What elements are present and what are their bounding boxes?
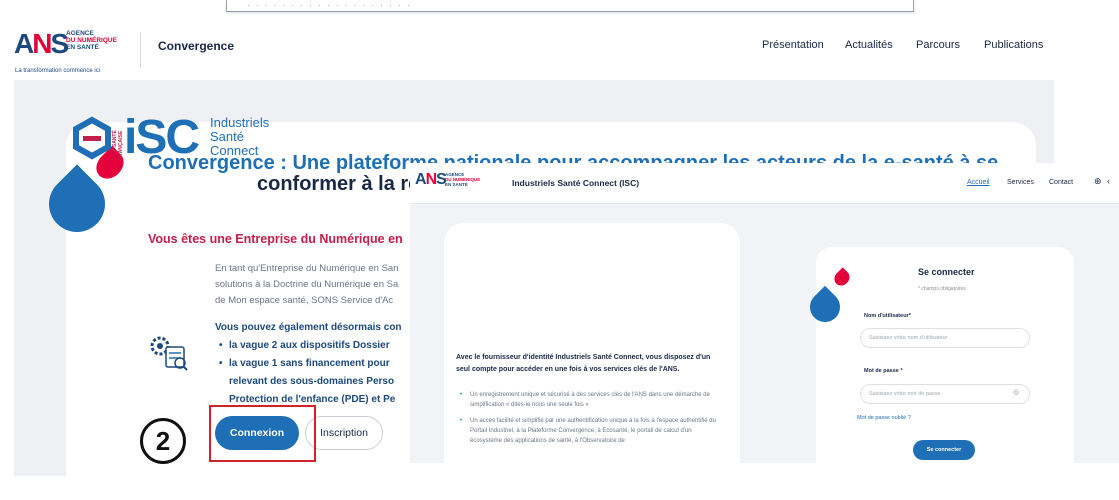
isc-agency-line: EN SANTÉ	[445, 182, 468, 187]
agency-name: AGENCE DU NUMÉRIQUE EN SANTÉ	[66, 30, 117, 51]
password-input[interactable]: Saisissez votre mot de passe	[860, 384, 1030, 404]
isc-bullet: Un enregistrement unique et sécurisé à d…	[460, 390, 720, 410]
intro-line: solutions à la Doctrine du Numérique en …	[215, 279, 399, 290]
highlight-box	[209, 405, 316, 462]
isc-word: Industriels	[210, 115, 270, 130]
eye-icon[interactable]: ◎	[1013, 388, 1019, 396]
isc-e-mark	[73, 116, 111, 160]
tab-strip-text: · · · · · · · · · · · · · · · · · · ·	[247, 1, 412, 10]
step-number-badge: 2	[140, 418, 186, 464]
isc-site-title[interactable]: Industriels Santé Connect (ISC)	[512, 178, 639, 188]
isc-word: Santé	[210, 129, 244, 144]
intro-paragraph: En tant qu'Entreprise du Numérique en Sa…	[215, 261, 398, 309]
login-title: Se connecter	[918, 267, 975, 277]
isc-logo: LA E-SANTÉ FRANÇAISE iSC Industriels San…	[72, 111, 312, 174]
intro-line: de Mon espace santé, SONS Service d'Ac	[215, 295, 394, 306]
logo-tagline: La transformation commence ici	[15, 68, 101, 74]
isc-agency-name: AGENCE DU NUMÉRIQUE EN SANTÉ	[445, 172, 480, 187]
intro-line: En tant qu'Entreprise du Numérique en Sa…	[215, 263, 399, 274]
agency-line-2: DU NUMÉRIQUE	[66, 37, 117, 44]
gear-document-icon	[150, 336, 188, 371]
isc-wordmark: iSC	[124, 111, 200, 164]
agency-line-3: EN SANTÉ	[66, 44, 99, 51]
options-bullet: la vague 1 sans financement pour	[215, 355, 402, 373]
inscription-button[interactable]: Inscription	[305, 416, 383, 450]
isc-header: ANS AGENCE DU NUMÉRIQUE EN SANTÉ Industr…	[410, 163, 1119, 204]
se-connecter-button[interactable]: Se connecter	[913, 440, 975, 460]
page-title-line2: conformer à la ré	[257, 173, 420, 195]
isc-intro: Avec le fournisseur d'identité Industrie…	[456, 354, 711, 373]
isc-nav-contact[interactable]: Contact	[1049, 179, 1073, 186]
ans-logo[interactable]: ANS AGENCE DU NUMÉRIQUE EN SANTÉ La tran…	[14, 28, 129, 76]
globe-icon[interactable]: ⊕	[1094, 176, 1102, 187]
isc-vertical-label: LA E-SANTÉ FRANÇAISE	[112, 130, 124, 160]
site-title[interactable]: Convergence	[158, 39, 234, 53]
options-paragraph: Vous pouvez également désormais con la v…	[215, 319, 402, 409]
options-lead: Vous pouvez également désormais con	[215, 322, 402, 333]
forgot-password-link[interactable]: Mot de passe oublié ?	[857, 415, 911, 421]
browser-tab-strip: · · · · · · · · · · · · · · · · · · ·	[226, 0, 914, 12]
isc-ans-logo[interactable]: ANS AGENCE DU NUMÉRIQUE EN SANTÉ	[415, 171, 495, 199]
logo-divider	[140, 32, 141, 68]
agency-line-1: AGENCE	[66, 30, 94, 37]
username-input[interactable]: Saisissez votre nom d'utilisateur	[860, 328, 1030, 348]
nav-actualites[interactable]: Actualités	[845, 39, 893, 51]
nav-presentation[interactable]: Présentation	[762, 39, 824, 51]
nav-parcours[interactable]: Parcours	[916, 39, 960, 51]
options-bullet: la vague 2 aux dispositifs Dossier	[215, 337, 402, 355]
nav-publications[interactable]: Publications	[984, 39, 1043, 51]
isc-bullet: Un accès facilité et simplifié par une a…	[460, 416, 720, 446]
ans-logo-mark: ANS	[14, 28, 69, 59]
username-label: Nom d'utilisateur*	[864, 313, 911, 319]
page-bottom	[0, 476, 1119, 500]
site-header: ANS AGENCE DU NUMÉRIQUE EN SANTÉ La tran…	[0, 14, 1119, 78]
section-subtitle: Vous êtes une Entreprise du Numérique en	[148, 232, 403, 246]
isc-nav-accueil[interactable]: Accueil	[967, 179, 990, 186]
options-continuation: relevant des sous-domaines Perso	[229, 376, 395, 387]
isc-word: Connect	[210, 143, 259, 158]
isc-tagline: Industriels Santé Connect	[210, 116, 269, 158]
password-label: Mot de passe *	[864, 368, 903, 374]
more-icon[interactable]: ‹	[1107, 176, 1110, 186]
isc-nav-services[interactable]: Services	[1007, 179, 1034, 186]
isc-ans-mark: ANS	[415, 171, 447, 188]
isc-bullet-list: Un enregistrement unique et sécurisé à d…	[460, 390, 720, 462]
required-note: * champs obligatoires	[918, 286, 966, 292]
